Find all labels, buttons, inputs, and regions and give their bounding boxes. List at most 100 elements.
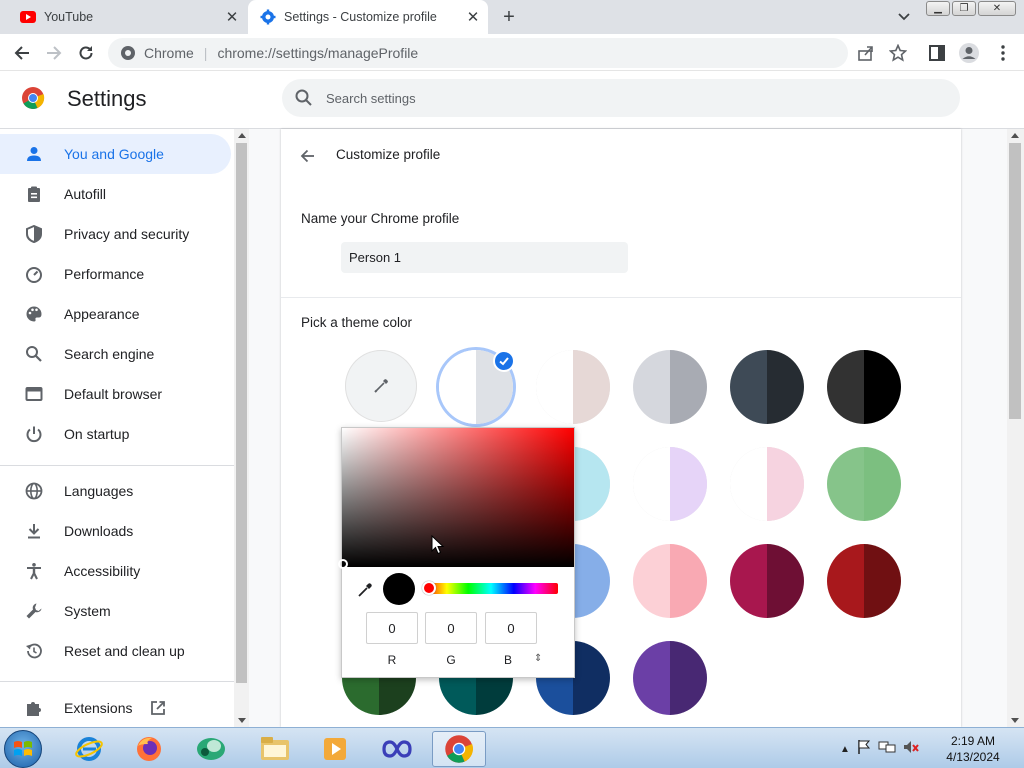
sidebar-scrollbar[interactable] <box>234 129 249 727</box>
page-scrollbar[interactable] <box>1007 129 1024 727</box>
theme-swatch[interactable] <box>633 447 707 521</box>
sidebar-item-extensions[interactable]: Extensions <box>0 688 231 728</box>
sidebar-item-label: Performance <box>64 266 145 282</box>
sidebar-item-downloads[interactable]: Downloads <box>0 511 231 551</box>
browser-toolbar: Chrome | chrome://settings/manageProfile <box>0 34 1024 71</box>
folder-icon <box>261 737 289 760</box>
theme-swatch[interactable] <box>730 447 804 521</box>
scroll-up-icon[interactable] <box>1011 133 1019 138</box>
chevron-down-icon[interactable] <box>894 8 914 26</box>
sidebar-item-accessibility[interactable]: Accessibility <box>0 551 231 591</box>
swatch-left-half <box>633 641 670 715</box>
theme-swatch[interactable] <box>633 350 707 424</box>
color-preview <box>383 573 415 605</box>
blue-value-input[interactable] <box>485 612 537 644</box>
sidebar-item-system[interactable]: System <box>0 591 231 631</box>
taskbar-app-green[interactable] <box>184 731 238 767</box>
hue-slider-handle[interactable] <box>422 581 436 595</box>
page-title: Settings <box>67 86 147 111</box>
theme-swatch[interactable] <box>827 350 901 424</box>
scrollbar-thumb[interactable] <box>236 143 247 683</box>
taskbar-explorer[interactable] <box>248 731 302 767</box>
swatch-right-half <box>670 447 707 521</box>
taskbar-firefox[interactable] <box>122 731 176 767</box>
tab-settings[interactable]: Settings - Customize profile ✕ <box>248 0 488 34</box>
scroll-down-icon[interactable] <box>1011 718 1019 723</box>
flag-icon[interactable] <box>856 739 872 760</box>
system-tray: ▲ <box>840 732 920 766</box>
start-button[interactable] <box>4 730 42 768</box>
sidebar-item-privacy[interactable]: Privacy and security <box>0 214 231 254</box>
taskbar-chrome[interactable] <box>432 731 486 767</box>
format-toggle-icon[interactable]: ⇕ <box>534 653 546 667</box>
side-panel-icon[interactable] <box>926 42 948 64</box>
forward-button[interactable] <box>42 41 66 65</box>
search-settings-input[interactable]: Search settings <box>282 79 960 117</box>
taskbar-clock[interactable]: 2:19 AM 4/13/2024 <box>940 733 1006 765</box>
clock-date: 4/13/2024 <box>946 750 1000 764</box>
network-icon[interactable] <box>878 739 896 760</box>
checkmark-icon <box>493 350 515 372</box>
taskbar-ie[interactable] <box>62 731 116 767</box>
scroll-up-icon[interactable] <box>238 133 246 138</box>
site-name: Chrome <box>144 45 194 61</box>
close-tab-icon[interactable]: ✕ <box>464 8 482 26</box>
sidebar-item-you-and-google[interactable]: You and Google <box>0 134 231 174</box>
theme-swatch[interactable] <box>633 544 707 618</box>
hue-slider[interactable] <box>424 583 558 594</box>
sidebar-item-on-startup[interactable]: On startup <box>0 414 231 454</box>
scrollbar-thumb[interactable] <box>1009 143 1021 419</box>
more-menu-icon[interactable] <box>992 42 1014 64</box>
saturation-handle[interactable] <box>338 559 348 569</box>
profile-name-input[interactable] <box>341 242 628 273</box>
bookmark-star-icon[interactable] <box>887 42 909 64</box>
sidebar-item-default-browser[interactable]: Default browser <box>0 374 231 414</box>
volume-muted-icon[interactable] <box>902 739 920 760</box>
search-placeholder: Search settings <box>326 90 416 106</box>
address-bar[interactable]: Chrome | chrome://settings/manageProfile <box>108 38 848 68</box>
show-hidden-icons[interactable]: ▲ <box>840 744 850 755</box>
settings-sidebar: You and Google Autofill Privacy and secu… <box>0 129 234 727</box>
swatch-right-half <box>573 447 610 521</box>
sidebar-item-search-engine[interactable]: Search engine <box>0 334 231 374</box>
theme-swatch[interactable] <box>730 544 804 618</box>
theme-swatch[interactable] <box>536 350 610 424</box>
taskbar-media-player[interactable] <box>308 731 362 767</box>
share-icon[interactable] <box>855 42 877 64</box>
sidebar-item-label: Autofill <box>64 186 107 202</box>
youtube-icon <box>20 9 36 25</box>
new-tab-button[interactable]: + <box>498 6 520 28</box>
tab-youtube[interactable]: YouTube ✕ <box>0 0 247 34</box>
swatch-left-half <box>827 350 864 424</box>
settings-header: Settings Search settings <box>0 71 1024 129</box>
theme-swatch[interactable] <box>730 350 804 424</box>
back-arrow-icon[interactable] <box>299 147 319 167</box>
restore-button[interactable]: ❐ <box>952 1 976 16</box>
taskbar-app-infinity[interactable] <box>370 731 424 767</box>
sidebar-item-reset[interactable]: Reset and clean up <box>0 631 231 671</box>
sidebar-item-languages[interactable]: Languages <box>0 471 231 511</box>
reload-button[interactable] <box>74 41 98 65</box>
sidebar-item-appearance[interactable]: Appearance <box>0 294 231 334</box>
theme-swatch[interactable] <box>633 641 707 715</box>
sidebar-item-performance[interactable]: Performance <box>0 254 231 294</box>
green-value-input[interactable] <box>425 612 477 644</box>
eyedropper-icon <box>374 379 388 393</box>
browser-window-icon <box>24 384 44 404</box>
eyedropper-icon[interactable] <box>356 581 374 599</box>
internet-explorer-icon <box>75 737 103 761</box>
swatch-left-half <box>439 350 476 424</box>
sidebar-item-autofill[interactable]: Autofill <box>0 174 231 214</box>
swatch-left-half <box>827 544 864 618</box>
scroll-down-icon[interactable] <box>238 718 246 723</box>
red-value-input[interactable] <box>366 612 418 644</box>
back-button[interactable] <box>10 41 34 65</box>
profile-avatar-icon[interactable] <box>958 42 980 64</box>
minimize-button[interactable]: ▁ <box>926 1 950 16</box>
close-tab-icon[interactable]: ✕ <box>223 8 241 26</box>
theme-swatch[interactable] <box>827 447 901 521</box>
custom-color-swatch[interactable] <box>345 350 417 422</box>
close-window-button[interactable]: ✕ <box>978 1 1016 16</box>
theme-swatch[interactable] <box>827 544 901 618</box>
saturation-value-area[interactable] <box>342 428 574 567</box>
